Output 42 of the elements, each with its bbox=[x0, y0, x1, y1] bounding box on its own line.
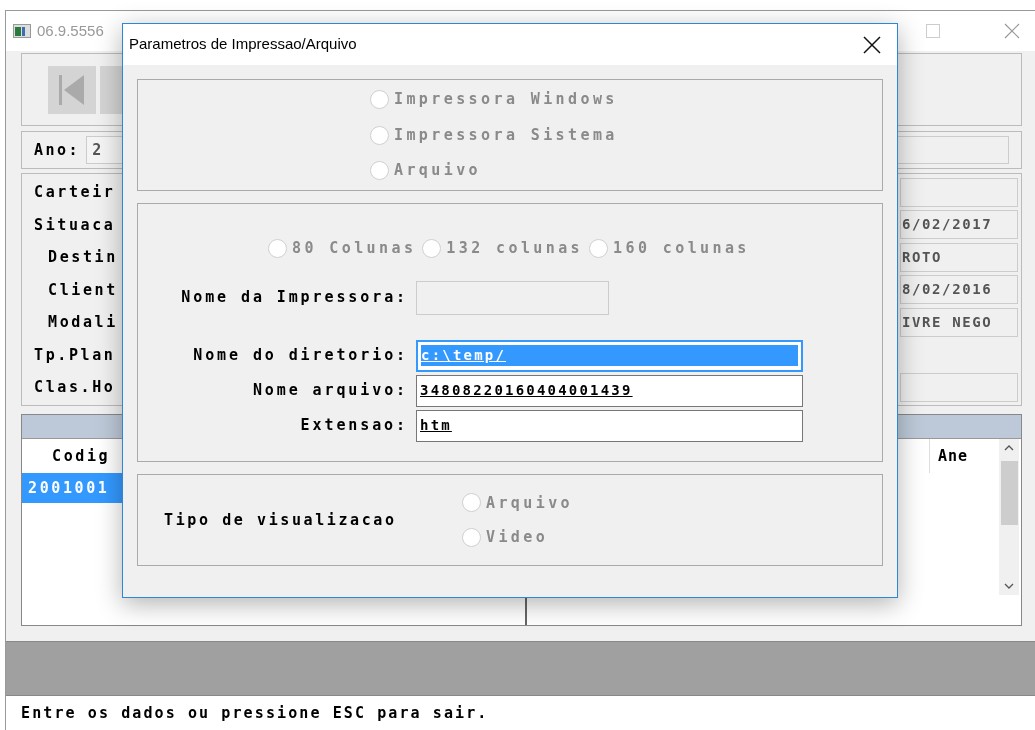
field-label: Destin bbox=[47, 247, 118, 268]
year-label: Ano: bbox=[34, 139, 81, 161]
field-label: Situaca bbox=[34, 214, 116, 236]
field-label: Clas.Ho bbox=[34, 377, 116, 398]
window-title: 06.9.5556 bbox=[37, 20, 104, 41]
scroll-up-icon[interactable] bbox=[1004, 445, 1014, 451]
dialog-title: Parametros de Impressao/Arquivo bbox=[129, 34, 357, 55]
text-field[interactable]: IVRE NEGO bbox=[900, 307, 1018, 337]
radio-label: Arquivo bbox=[486, 492, 573, 514]
text-field[interactable]: 8/02/2016 bbox=[900, 275, 1018, 305]
first-record-button[interactable] bbox=[48, 65, 96, 114]
column-header: Codig bbox=[51, 446, 112, 467]
close-icon[interactable] bbox=[863, 35, 881, 54]
text-field[interactable]: 6/02/2017 bbox=[900, 210, 1018, 240]
radio-label: Arquivo bbox=[394, 160, 481, 182]
field-label: Nome do diretorio: bbox=[192, 345, 409, 367]
radio-label: Impressora Windows bbox=[394, 89, 618, 111]
app-icon bbox=[13, 24, 31, 38]
radio-label: Video bbox=[486, 527, 549, 548]
field-label: Tipo de visualizacao bbox=[164, 509, 398, 531]
text-field[interactable] bbox=[900, 177, 1018, 207]
radio-label: 80 Colunas bbox=[292, 238, 417, 259]
first-record-icon bbox=[58, 72, 86, 107]
scrollbar[interactable] bbox=[999, 439, 1019, 595]
field-label: Nome arquivo: bbox=[251, 380, 409, 402]
radio-label: Impressora Sistema bbox=[394, 124, 618, 146]
text-field[interactable]: ROTO bbox=[900, 242, 1018, 272]
radio-label: 132 colunas bbox=[446, 238, 584, 259]
field-label: Tp.Plan bbox=[34, 344, 116, 366]
scroll-thumb[interactable] bbox=[1000, 461, 1018, 525]
maximize-icon[interactable] bbox=[926, 24, 940, 38]
scroll-down-icon[interactable] bbox=[1004, 583, 1014, 589]
text-field[interactable] bbox=[900, 372, 1018, 402]
field-label: Extensao: bbox=[299, 415, 409, 437]
field-label: Nome da Impressora: bbox=[180, 287, 409, 309]
input-field[interactable]: htm bbox=[416, 409, 803, 442]
status-message: Entre os dados ou pressione ESC para sair. bbox=[21, 703, 489, 725]
field-label: Modali bbox=[47, 312, 118, 333]
radio-label: 160 colunas bbox=[613, 238, 750, 259]
field-label: Client bbox=[47, 279, 118, 301]
field-label: Carteir bbox=[34, 182, 116, 203]
input-field[interactable]: 34808220160404001439 bbox=[416, 374, 803, 407]
